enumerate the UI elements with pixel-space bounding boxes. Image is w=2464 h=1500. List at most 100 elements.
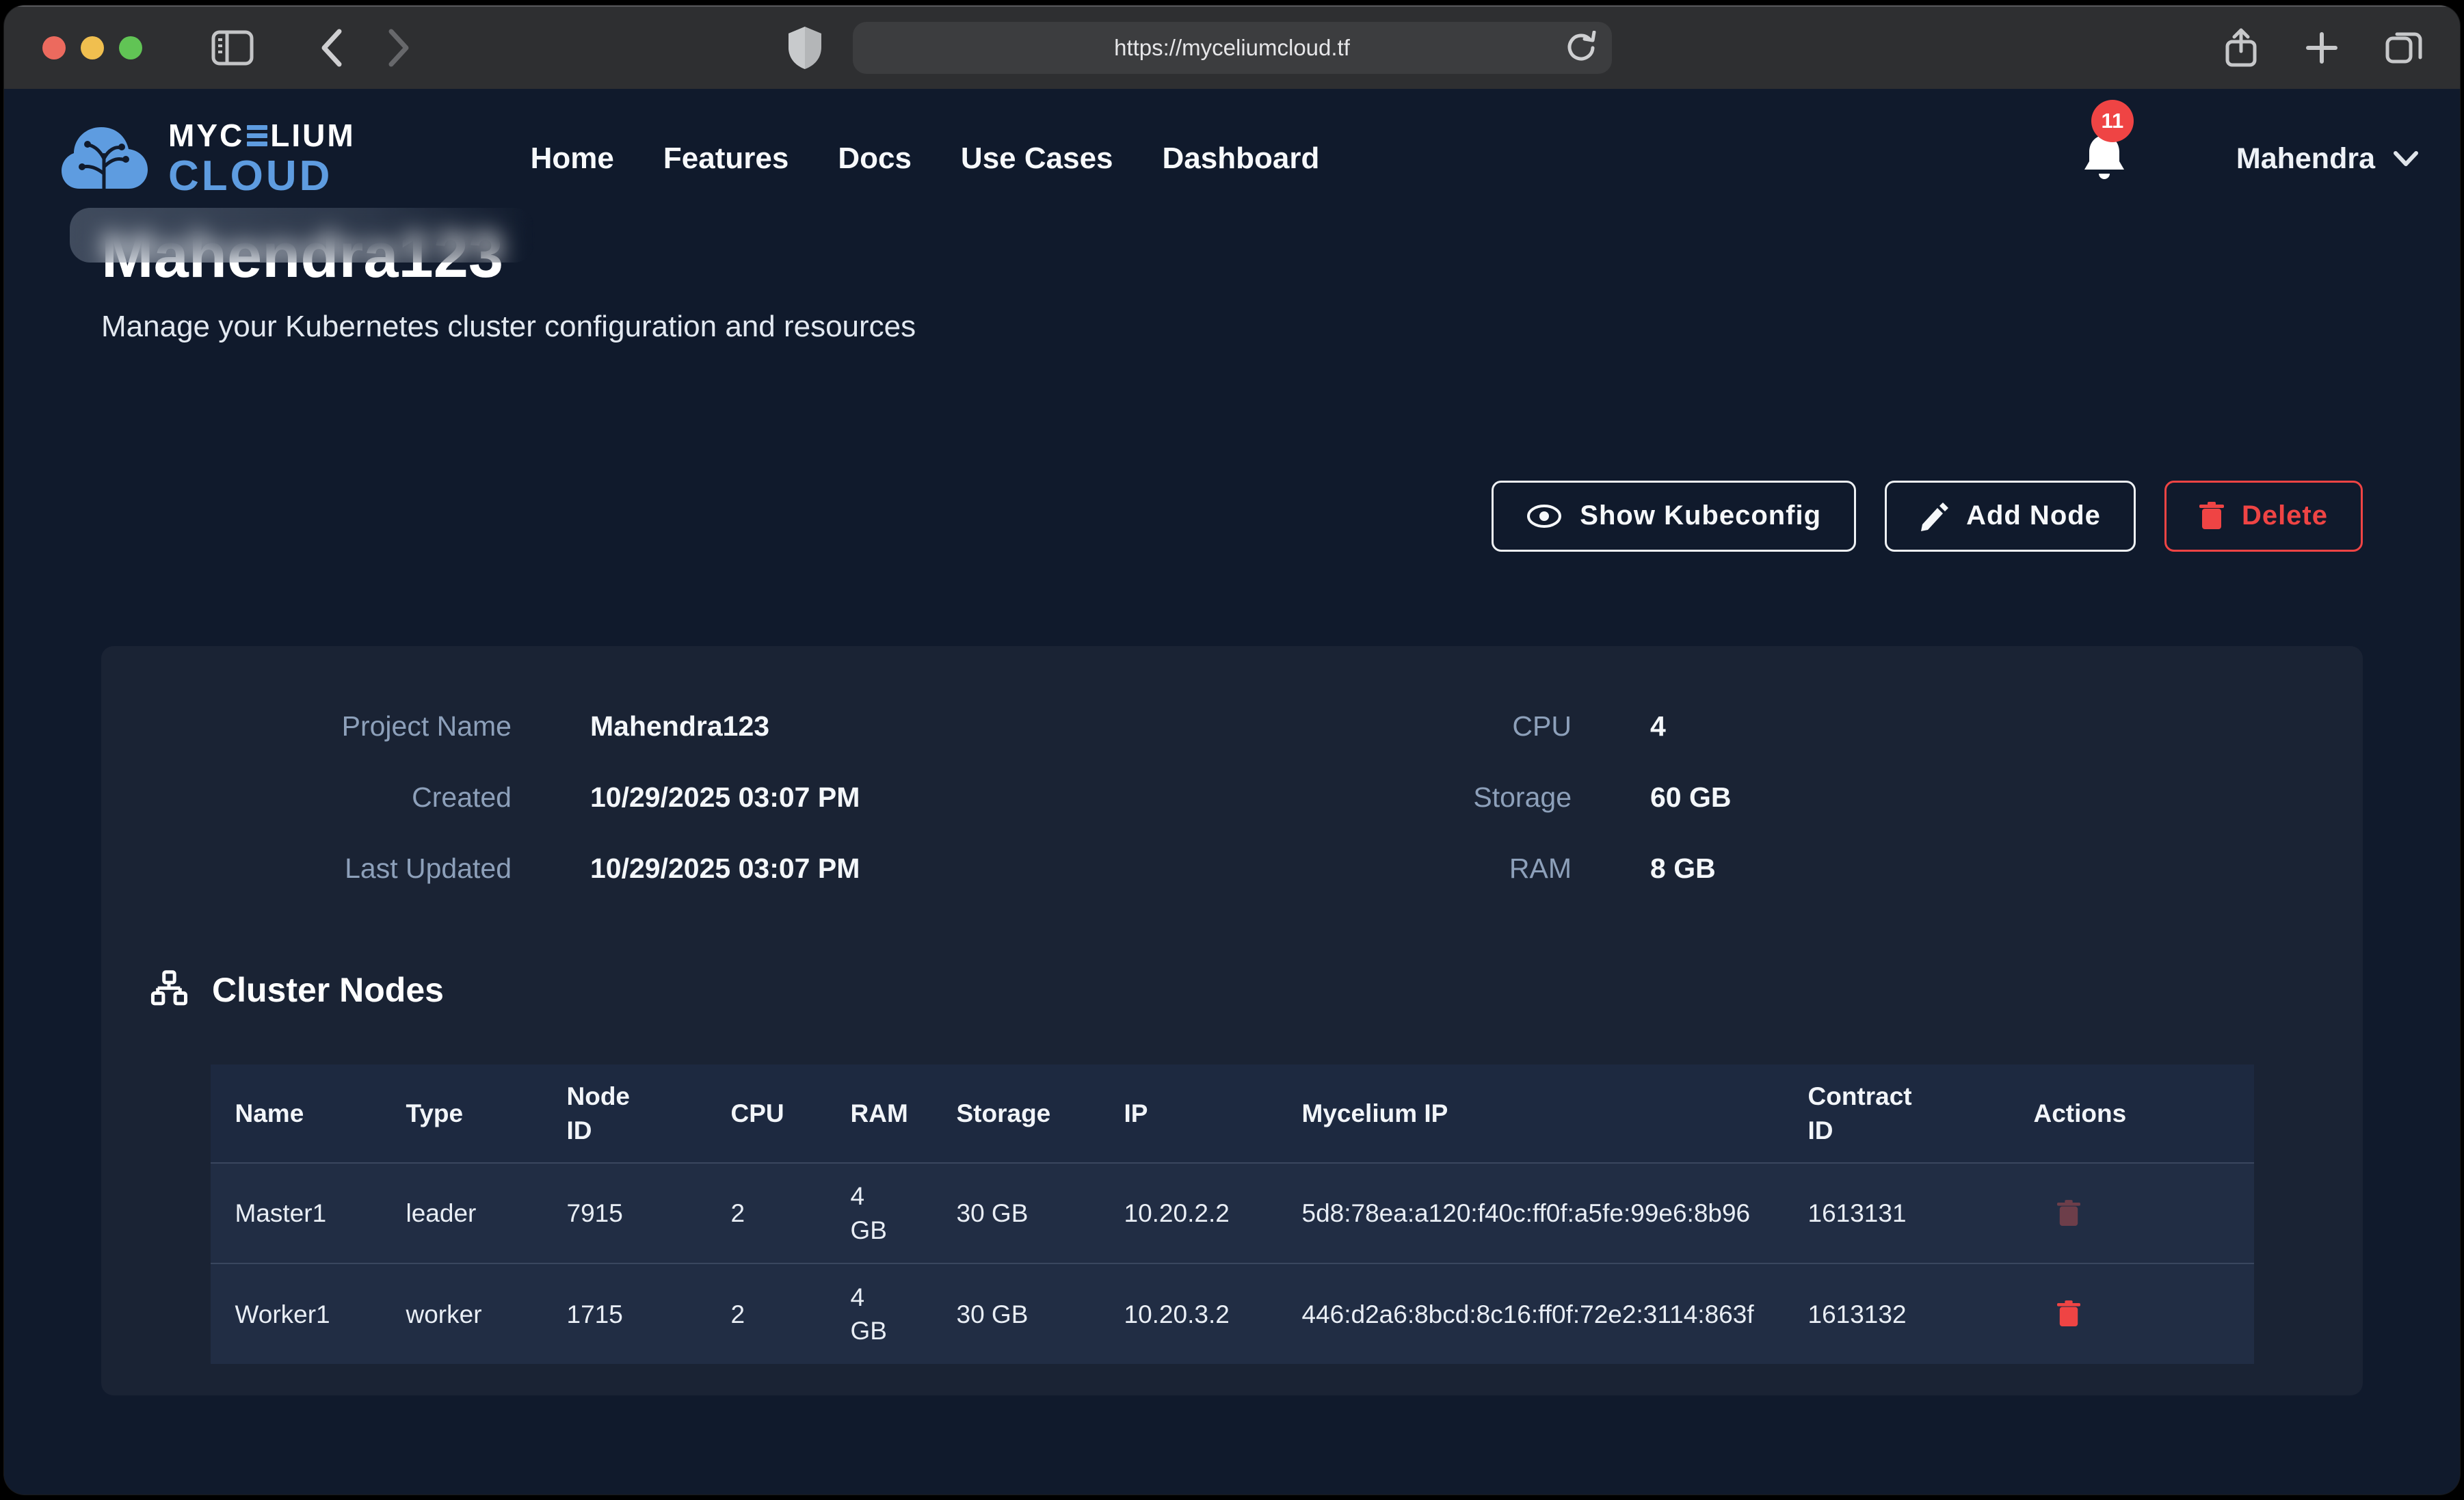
cell-actions xyxy=(2009,1263,2254,1364)
chevron-down-icon xyxy=(2393,150,2419,168)
cloud-logo-icon xyxy=(59,120,150,198)
share-icon[interactable] xyxy=(2223,27,2259,69)
logo-line1-left: MYC xyxy=(168,120,244,151)
column-header-storage: Storage xyxy=(932,1064,1100,1164)
detail-value: 10/29/2025 03:07 PM xyxy=(590,781,860,814)
detail-row: RAM 8 GB xyxy=(1093,833,2050,905)
tab-overview-icon[interactable] xyxy=(2385,29,2424,67)
column-header-cpu: CPU xyxy=(706,1064,826,1164)
cluster-actions: Show Kubeconfig Add Node Delete xyxy=(101,481,2363,552)
nav-link-dashboard[interactable]: Dashboard xyxy=(1163,142,1320,176)
trash-icon xyxy=(2057,1200,2080,1227)
trash-icon xyxy=(2199,502,2224,531)
forward-icon[interactable] xyxy=(386,26,413,70)
detail-label: Storage xyxy=(1093,781,1572,814)
back-icon[interactable] xyxy=(317,26,345,70)
cell-type: worker xyxy=(382,1263,542,1364)
cell-ip: 10.20.2.2 xyxy=(1100,1163,1277,1263)
detail-value: 60 GB xyxy=(1650,781,1732,814)
address-bar[interactable]: https://myceliumcloud.tf xyxy=(853,22,1612,74)
column-header-mycelium-ip: Mycelium IP xyxy=(1277,1064,1784,1164)
column-header-ram: RAM xyxy=(826,1064,932,1164)
cell-contract-id: 1613132 xyxy=(1784,1263,2009,1364)
cell-ram: 4 GB xyxy=(826,1163,932,1263)
cell-cpu: 2 xyxy=(706,1263,826,1364)
cell-ram: 4 GB xyxy=(826,1263,932,1364)
notification-badge: 11 xyxy=(2091,100,2134,142)
cell-name: Master1 xyxy=(211,1163,382,1263)
column-header-contract-id: Contract ID xyxy=(1784,1064,2009,1164)
network-icon xyxy=(149,970,189,1010)
reload-icon[interactable] xyxy=(1565,31,1597,65)
detail-label: RAM xyxy=(1093,853,1572,885)
privacy-shield-icon[interactable] xyxy=(787,25,823,70)
site-header: MYC LIUM CLOUD Home Features Docs Use Cases… xyxy=(4,89,2460,223)
detail-row: Project Name Mahendra123 xyxy=(149,691,1093,762)
detail-row: Storage 60 GB xyxy=(1093,762,2050,833)
mycelium-cloud-logo[interactable]: MYC LIUM CLOUD xyxy=(59,120,356,198)
nav-link-home[interactable]: Home xyxy=(531,142,614,176)
column-header-ip: IP xyxy=(1100,1064,1277,1164)
detail-label: Last Updated xyxy=(149,853,512,885)
logo-line2: CLOUD xyxy=(168,155,356,198)
traffic-lights xyxy=(42,36,142,59)
logo-line1-right: LIUM xyxy=(270,120,355,151)
detail-label: CPU xyxy=(1093,710,1572,742)
cluster-details-card: Project Name Mahendra123 Created10/29/2025… xyxy=(101,646,2363,1396)
detail-value: 8 GB xyxy=(1650,853,1716,885)
cell-name: Worker1 xyxy=(211,1263,382,1364)
add-node-button[interactable]: Add Node xyxy=(1885,481,2136,552)
details-right-column: CPU 4 Storage 60 GB RAM 8 GB xyxy=(1093,691,2050,905)
detail-value: 4 xyxy=(1650,710,1666,742)
table-body: Master1leader791524 GB30 GB10.20.2.25d8:… xyxy=(211,1163,2254,1364)
stylized-e-icon xyxy=(247,125,267,146)
cell-storage: 30 GB xyxy=(932,1163,1100,1263)
delete-node-button[interactable] xyxy=(2034,1200,2080,1227)
site-content: MYC LIUM CLOUD Home Features Docs Use Cases… xyxy=(4,89,2460,1495)
cell-storage: 30 GB xyxy=(932,1263,1100,1364)
cell-ip: 10.20.3.2 xyxy=(1100,1263,1277,1364)
cell-cpu: 2 xyxy=(706,1163,826,1263)
eye-icon xyxy=(1526,504,1562,528)
cell-type: leader xyxy=(382,1163,542,1263)
detail-value: Mahendra123 xyxy=(590,710,769,742)
detail-label: Project Name xyxy=(149,710,512,742)
project-details: Project Name Mahendra123 Created10/29/2025… xyxy=(149,691,2315,905)
cluster-nodes-heading: Cluster Nodes xyxy=(149,970,2315,1010)
show-kubeconfig-button[interactable]: Show Kubeconfig xyxy=(1492,481,1856,552)
detail-row: CPU 4 xyxy=(1093,691,2050,762)
cell-contract-id: 1613131 xyxy=(1784,1163,2009,1263)
detail-value: 10/29/2025 03:07 PM xyxy=(590,853,860,885)
browser-window: https://myceliumcloud.tf xyxy=(4,5,2460,1495)
nav-link-use-cases[interactable]: Use Cases xyxy=(961,142,1113,176)
details-left-column: Project Name Mahendra123 Created10/29/2025… xyxy=(149,691,1093,905)
sidebar-toggle-icon[interactable] xyxy=(211,28,254,68)
url-text: https://myceliumcloud.tf xyxy=(1114,35,1350,61)
delete-cluster-button[interactable]: Delete xyxy=(2164,481,2363,552)
privacy-blur-overlay xyxy=(70,208,535,263)
close-window-button[interactable] xyxy=(42,36,66,59)
column-header-actions: Actions xyxy=(2009,1064,2254,1164)
cell-mycelium-ip: 446:d2a6:8bcd:8c16:ff0f:72e2:3114:863f xyxy=(1277,1263,1784,1364)
minimize-window-button[interactable] xyxy=(81,36,104,59)
notifications-button[interactable]: 11 xyxy=(2082,133,2127,185)
cluster-page: Mahendra123 Manage your Kubernetes clust… xyxy=(4,223,2460,1395)
table-row-worker1: Worker1worker171524 GB30 GB10.20.3.2446:… xyxy=(211,1263,2254,1364)
column-header-type: Type xyxy=(382,1064,542,1164)
column-header-name: Name xyxy=(211,1064,382,1164)
nav-link-docs[interactable]: Docs xyxy=(838,142,912,176)
user-name: Mahendra xyxy=(2236,142,2375,176)
page-subtitle: Manage your Kubernetes cluster configura… xyxy=(101,310,2363,344)
new-tab-icon[interactable] xyxy=(2304,30,2340,66)
cluster-nodes-table: NameTypeNode IDCPURAMStorageIPMycelium I… xyxy=(211,1064,2254,1365)
logo-text: MYC LIUM CLOUD xyxy=(168,120,356,198)
table-row-master1: Master1leader791524 GB30 GB10.20.2.25d8:… xyxy=(211,1163,2254,1263)
trash-icon xyxy=(2057,1300,2080,1328)
browser-toolbar: https://myceliumcloud.tf xyxy=(4,5,2460,89)
zoom-window-button[interactable] xyxy=(119,36,142,59)
nav-link-features[interactable]: Features xyxy=(663,142,789,176)
delete-node-button[interactable] xyxy=(2034,1300,2080,1328)
detail-row: Created10/29/2025 03:07 PM xyxy=(149,762,1093,833)
column-header-node-id: Node ID xyxy=(542,1064,706,1164)
user-menu[interactable]: Mahendra xyxy=(2236,142,2419,176)
